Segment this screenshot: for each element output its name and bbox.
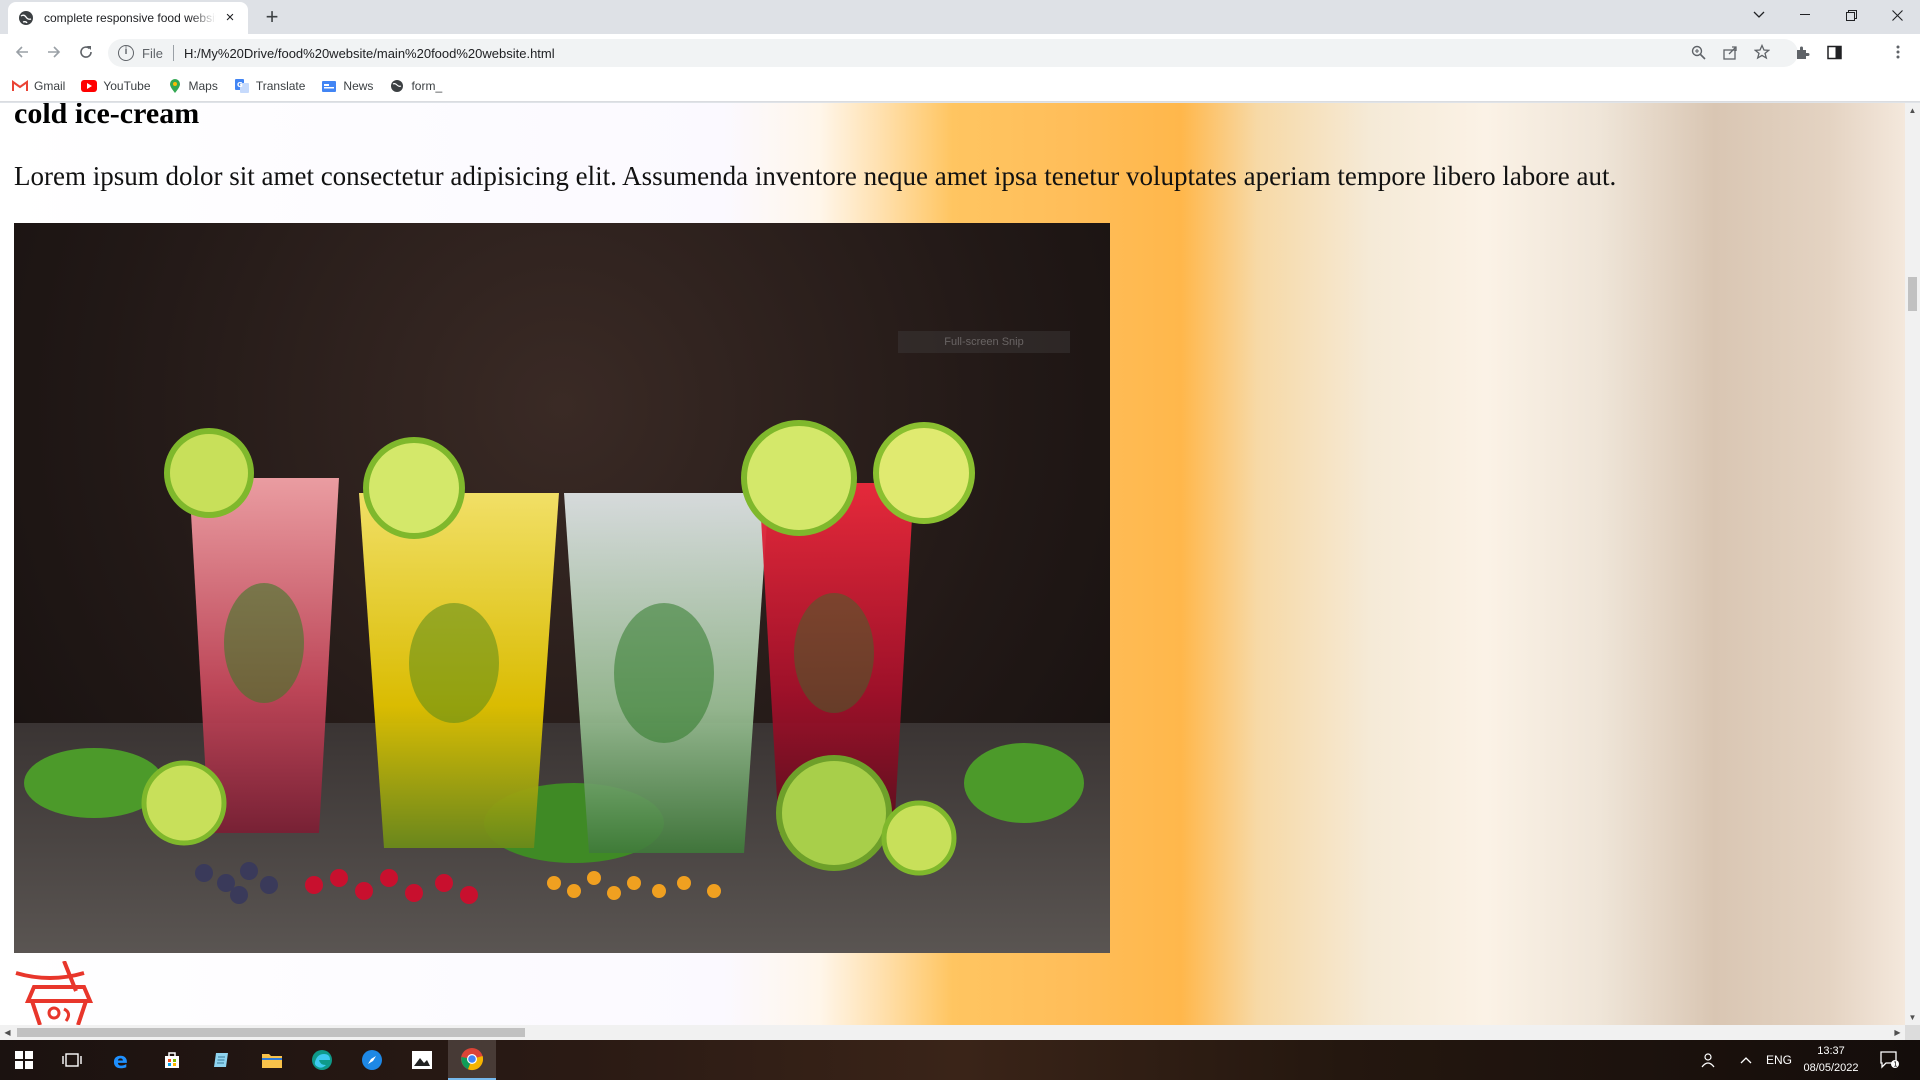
bookmark-translate[interactable]: G Translate — [234, 78, 306, 94]
side-panel-icon[interactable] — [1824, 42, 1844, 62]
page-heading: cold ice-cream — [14, 103, 200, 130]
start-icon[interactable] — [0, 1040, 48, 1080]
scroll-right-icon[interactable]: ▶ — [1890, 1025, 1905, 1040]
zoom-icon[interactable] — [1688, 42, 1708, 62]
address-url[interactable]: H:/My%20Drive/food%20website/main%20food… — [184, 46, 555, 61]
page-paragraph: Lorem ipsum dolor sit amet consectetur a… — [14, 161, 1617, 191]
bookmark-form[interactable]: form_ — [389, 78, 442, 94]
svg-text:e: e — [113, 1049, 128, 1071]
restore-icon[interactable] — [1828, 0, 1874, 30]
extensions-icon[interactable] — [1792, 42, 1812, 62]
clock-date: 08/05/2022 — [1803, 1062, 1859, 1074]
file-explorer-icon[interactable] — [248, 1040, 296, 1080]
bookmark-star-icon[interactable] — [1752, 42, 1772, 62]
task-view-icon[interactable] — [48, 1040, 96, 1080]
bookmark-gmail[interactable]: Gmail — [12, 78, 65, 94]
bookmark-youtube[interactable]: YouTube — [81, 78, 151, 94]
page-viewport: cold ice-cream Lorem ipsum dolor sit ame… — [0, 103, 1905, 1025]
forward-icon[interactable] — [42, 40, 66, 64]
address-separator — [172, 45, 174, 61]
scrollbar-corner — [1905, 1025, 1920, 1040]
menu-kebab-icon[interactable] — [1888, 42, 1908, 62]
vertical-scrollbar[interactable]: ▲ ▼ — [1905, 103, 1920, 1025]
browser-toolbar: i File H:/My%20Drive/food%20website/main… — [0, 34, 1920, 94]
clock-time: 13:37 — [1817, 1045, 1845, 1057]
bookmark-label: YouTube — [103, 78, 151, 93]
bookmark-label: Maps — [188, 78, 218, 93]
cocktail-glasses-image: Full-screen Snip — [14, 223, 1110, 953]
vertical-scroll-thumb[interactable] — [1908, 277, 1917, 311]
people-icon[interactable] — [1700, 1040, 1716, 1080]
gmail-icon — [12, 78, 28, 94]
photos-icon[interactable] — [398, 1040, 446, 1080]
reload-icon[interactable] — [74, 40, 98, 64]
chrome-icon[interactable] — [448, 1040, 496, 1080]
globe-icon — [19, 11, 33, 25]
minimize-icon[interactable] — [1782, 0, 1828, 30]
notification-count: 1 — [1893, 1061, 1897, 1069]
tab-search-icon[interactable] — [1736, 0, 1782, 30]
scroll-down-icon[interactable]: ▼ — [1905, 1010, 1920, 1025]
tab-close-icon[interactable]: × — [222, 10, 238, 26]
translate-icon: G — [234, 78, 250, 94]
edge-icon[interactable] — [298, 1040, 346, 1080]
scroll-left-icon[interactable]: ◀ — [0, 1025, 15, 1040]
tray-chevron-icon[interactable] — [1740, 1040, 1752, 1080]
tab-title: complete responsive food website — [44, 11, 216, 25]
svg-text:G: G — [237, 81, 243, 89]
globe-icon — [389, 78, 405, 94]
shopping-basket-icon — [15, 961, 94, 1025]
taskbar-clock[interactable]: 13:37 08/05/2022 — [1796, 1043, 1866, 1077]
new-tab-button[interactable]: + — [260, 6, 284, 30]
scroll-up-icon[interactable]: ▲ — [1905, 103, 1920, 118]
close-window-icon[interactable] — [1874, 0, 1920, 30]
bookmark-label: Gmail — [34, 78, 66, 93]
bookmark-label: form_ — [411, 78, 443, 93]
browser-tab[interactable]: complete responsive food website × — [8, 2, 248, 34]
store-icon[interactable] — [148, 1040, 196, 1080]
address-bar[interactable]: i File H:/My%20Drive/food%20website/main… — [108, 39, 1798, 67]
youtube-icon — [81, 78, 98, 94]
notification-center-icon[interactable]: 1 — [1880, 1040, 1900, 1080]
safari-icon[interactable] — [348, 1040, 396, 1080]
bookmark-label: News — [343, 78, 374, 93]
share-icon[interactable] — [1720, 42, 1740, 62]
internet-explorer-icon[interactable]: e — [98, 1040, 146, 1080]
browser-titlebar: complete responsive food website × + — [0, 0, 1920, 34]
bookmark-maps[interactable]: Maps — [167, 78, 218, 94]
back-icon[interactable] — [10, 40, 34, 64]
windows-taskbar: e ENG 13:37 08/05/2022 1 — [0, 1040, 1920, 1080]
maps-icon — [167, 78, 183, 94]
news-icon — [321, 78, 337, 94]
horizontal-scrollbar[interactable]: ◀ ▶ — [0, 1025, 1905, 1040]
snip-overlay-label: Full-screen Snip — [898, 331, 1070, 353]
language-indicator[interactable]: ENG — [1766, 1040, 1792, 1080]
info-icon[interactable]: i — [118, 45, 134, 61]
notepad-icon[interactable] — [198, 1040, 246, 1080]
bookmarks-bar: Gmail YouTube Maps G Translate News form… — [0, 70, 1920, 102]
bookmark-label: Translate — [255, 78, 306, 93]
address-scheme: File — [142, 45, 163, 61]
bookmark-news[interactable]: News — [321, 78, 373, 94]
horizontal-scroll-thumb[interactable] — [17, 1028, 525, 1037]
